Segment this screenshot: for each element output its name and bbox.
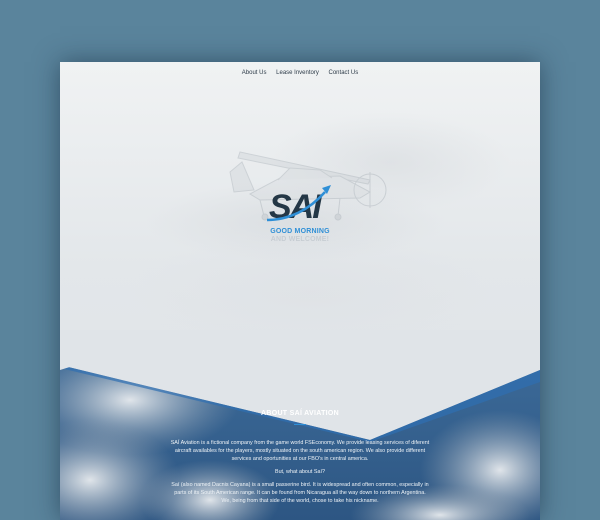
title-underline [294, 424, 306, 425]
about-content: ABOUT SAÍ AVIATION SAÍ Aviation is a fic… [170, 410, 430, 510]
about-paragraph-2: Saí (also named Dacnis Cayana) is a smal… [171, 482, 429, 504]
about-title: ABOUT SAÍ AVIATION [261, 410, 339, 417]
website-preview: About Us Lease Inventory Contact Us SAI [60, 62, 540, 520]
sai-logo: SAI [266, 185, 331, 226]
nav-lease-inventory[interactable]: Lease Inventory [276, 70, 319, 76]
greeting-line-2: AND WELCOME! [270, 236, 330, 243]
nav-contact-us[interactable]: Contact Us [329, 70, 359, 76]
nav-about-us[interactable]: About Us [242, 70, 267, 76]
about-paragraph-1: SAÍ Aviation is a fictional company from… [170, 440, 430, 462]
greeting-line-1: GOOD MORNING [270, 228, 330, 235]
about-question: But, what about Saí? [274, 469, 326, 475]
top-nav: About Us Lease Inventory Contact Us [60, 70, 540, 76]
about-section: ABOUT SAÍ AVIATION SAÍ Aviation is a fic… [60, 330, 540, 520]
